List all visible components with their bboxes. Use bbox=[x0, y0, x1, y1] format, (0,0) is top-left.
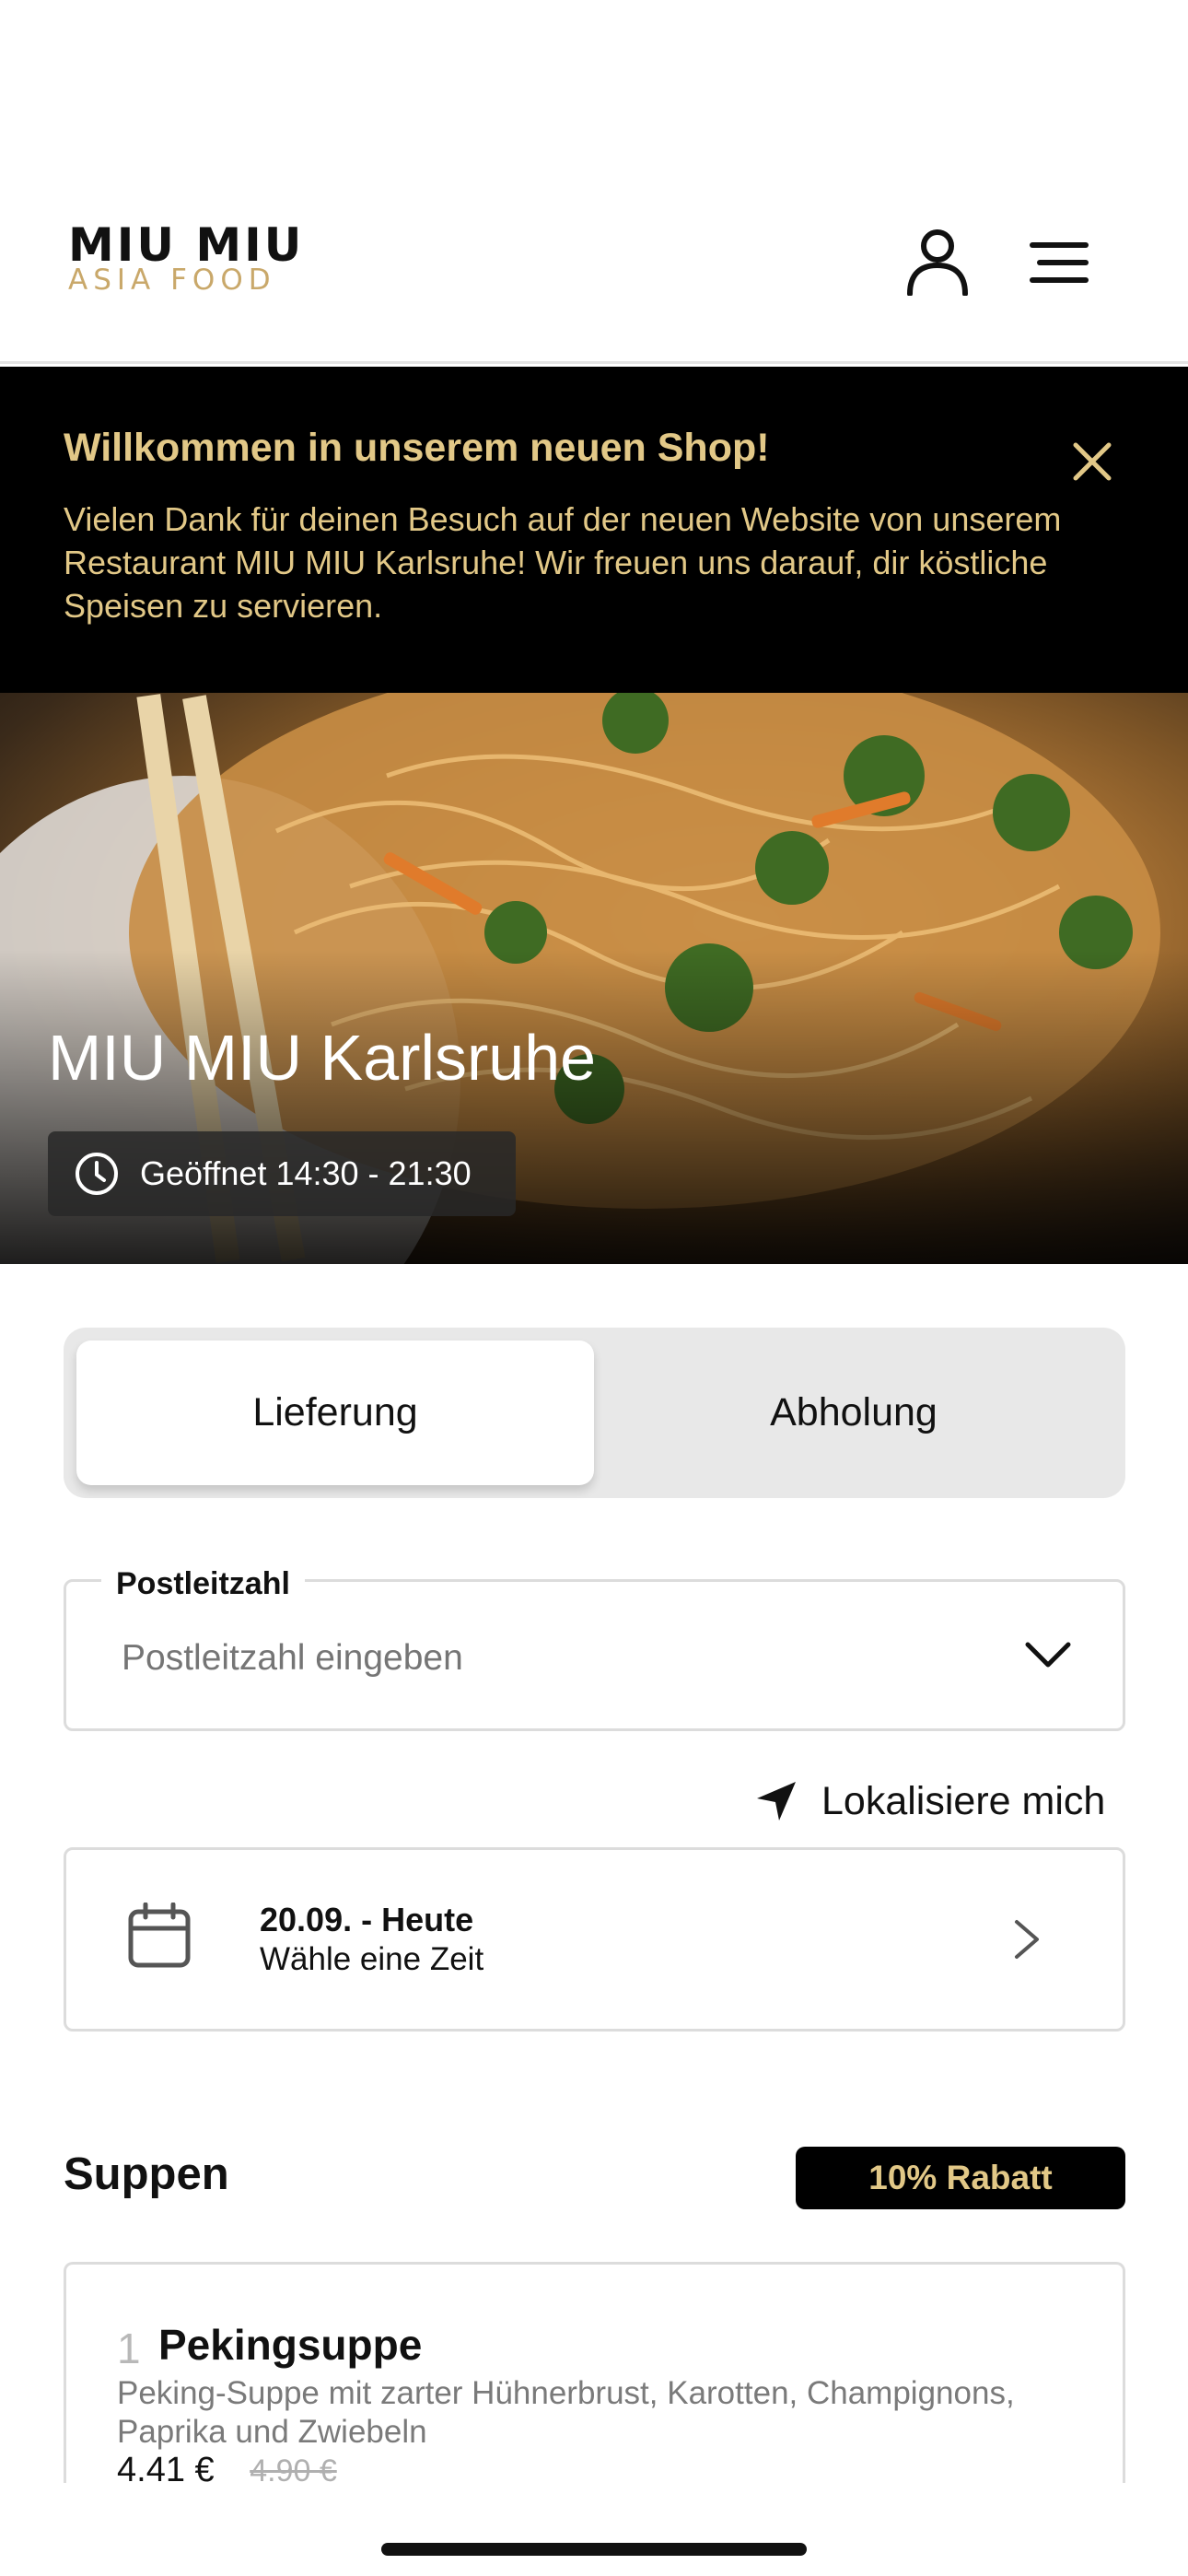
logo-main-text: MIU MIU bbox=[68, 218, 305, 272]
hamburger-menu-icon bbox=[1030, 242, 1089, 283]
postal-code-label: Postleitzahl bbox=[101, 1566, 305, 1602]
locate-me-button[interactable]: Lokalisiere mich bbox=[755, 1774, 1105, 1829]
logo-sub-text: ASIA FOOD bbox=[68, 263, 276, 297]
opening-hours-text: Geöffnet 14:30 - 21:30 bbox=[140, 1154, 472, 1192]
banner-close-button[interactable] bbox=[1068, 438, 1116, 486]
tab-delivery[interactable]: Lieferung bbox=[76, 1341, 594, 1485]
brand-logo[interactable]: MIU MIU ASIA FOOD bbox=[68, 221, 304, 295]
choose-time-hint: Wähle eine Zeit bbox=[260, 1941, 484, 1977]
banner-text: Vielen Dank für deinen Besuch auf der ne… bbox=[64, 500, 1062, 625]
discount-badge: 10% Rabatt bbox=[796, 2147, 1125, 2209]
menu-button[interactable] bbox=[1027, 238, 1091, 287]
delivery-time-picker[interactable] bbox=[64, 1847, 1125, 2032]
calendar-icon bbox=[128, 1903, 191, 1968]
clock-icon bbox=[76, 1153, 118, 1195]
order-mode-tabs: Lieferung Abholung bbox=[64, 1328, 1125, 1498]
product-price: 4.41 € bbox=[117, 2451, 215, 2484]
product-price-row: 4.41 € 4.90 € bbox=[117, 2451, 337, 2484]
profile-button[interactable] bbox=[903, 226, 973, 297]
banner-title: Willkommen in unserem neuen Shop! bbox=[64, 426, 770, 470]
product-name: Pekingsuppe bbox=[158, 2321, 423, 2369]
postal-code-input[interactable] bbox=[122, 1638, 950, 1679]
location-arrow-icon bbox=[757, 1782, 796, 1821]
category-title: Suppen bbox=[64, 2149, 229, 2199]
tab-pickup[interactable]: Abholung bbox=[595, 1341, 1112, 1485]
selected-date: 20.09. - Heute bbox=[260, 1901, 474, 1938]
locate-me-label: Lokalisiere mich bbox=[821, 1778, 1106, 1823]
app-header: MIU MIU ASIA FOOD bbox=[0, 0, 1188, 364]
product-description: Peking-Suppe mit zarter Hühnerbrust, Kar… bbox=[117, 2375, 1015, 2450]
chevron-right-icon bbox=[1015, 1920, 1039, 1959]
product-old-price: 4.90 € bbox=[250, 2453, 337, 2484]
opening-hours-badge: Geöffnet 14:30 - 21:30 bbox=[48, 1131, 516, 1216]
product-number: 1 bbox=[117, 2324, 141, 2372]
home-indicator[interactable] bbox=[381, 2543, 807, 2556]
bottom-safe-area bbox=[0, 2484, 1188, 2576]
user-icon bbox=[907, 229, 968, 297]
close-icon bbox=[1073, 442, 1112, 481]
restaurant-name: MIU MIU Karlsruhe bbox=[48, 1022, 597, 1094]
chevron-down-icon[interactable] bbox=[1022, 1635, 1074, 1672]
